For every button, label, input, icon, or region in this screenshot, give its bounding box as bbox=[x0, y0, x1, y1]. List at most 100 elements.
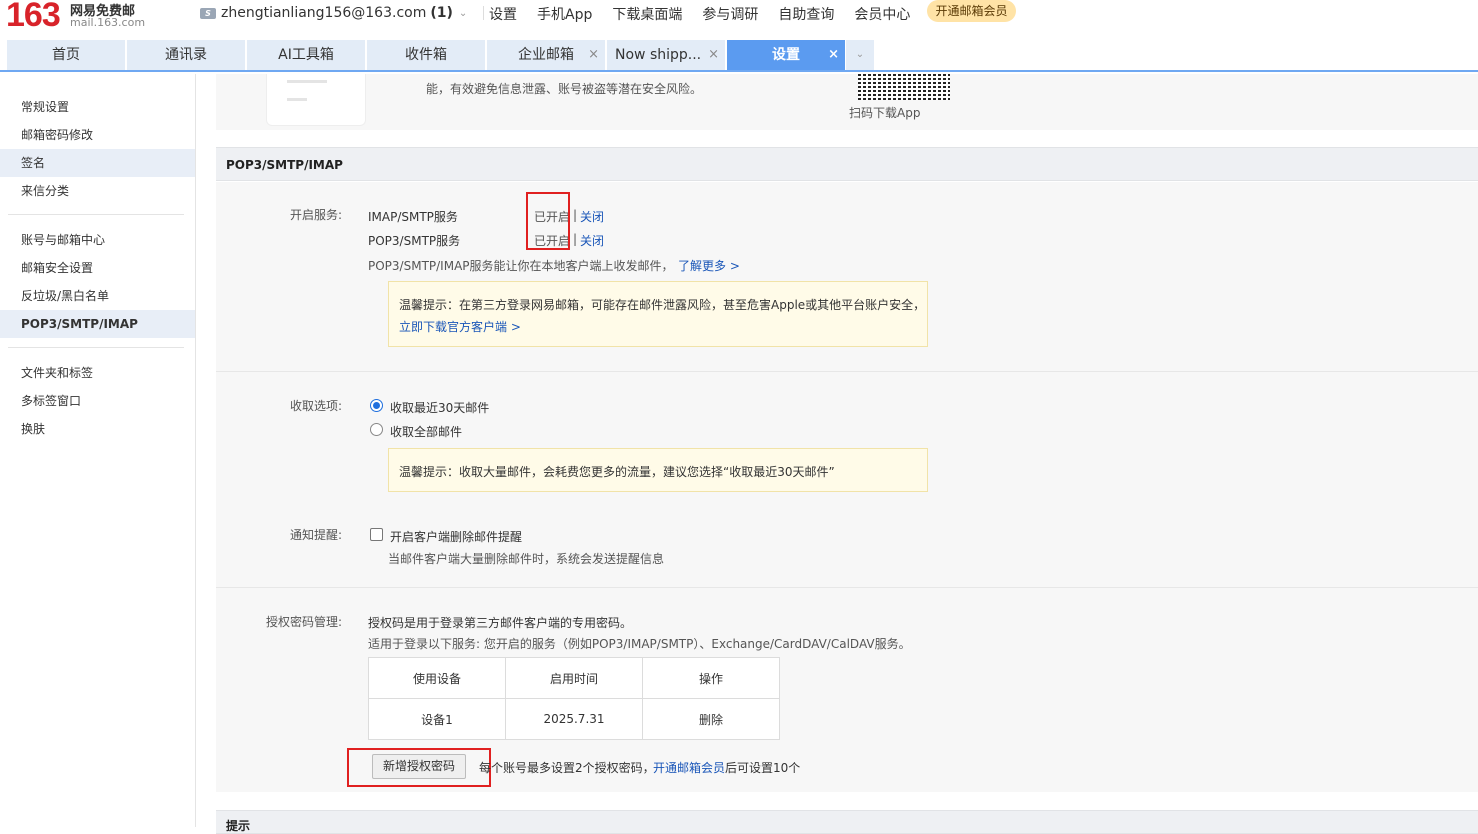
radio-last-30-days[interactable] bbox=[370, 399, 383, 412]
phone-preview-image bbox=[266, 74, 366, 126]
open-vip-link[interactable]: 开通邮箱会员 bbox=[653, 759, 725, 776]
tab-label: 通讯录 bbox=[165, 47, 207, 63]
divider bbox=[216, 371, 1478, 372]
separator: | bbox=[573, 232, 578, 246]
services-label: 开启服务: bbox=[289, 208, 342, 222]
col-header-action: 操作 bbox=[642, 657, 780, 699]
vip-button[interactable]: 开通邮箱会员 bbox=[927, 0, 1016, 22]
delete-auth-link[interactable]: 删除 bbox=[642, 698, 780, 740]
notify-label: 通知提醒: bbox=[289, 528, 342, 542]
divider bbox=[216, 587, 1478, 588]
top-bar: 163 网易免费邮 mail.163.com S zhengtianliang1… bbox=[0, 0, 1478, 38]
sidebar-item-mail-filter[interactable]: 来信分类 bbox=[0, 177, 195, 205]
delete-reminder-checkbox[interactable] bbox=[370, 528, 383, 541]
sidebar-divider bbox=[8, 347, 184, 348]
sidebar-item-skin[interactable]: 换肤 bbox=[0, 415, 195, 443]
tab-home[interactable]: 首页 bbox=[7, 40, 125, 70]
separator: | bbox=[573, 208, 578, 222]
account-switcher[interactable]: S zhengtianliang156@163.com (1) ⌄ bbox=[200, 4, 485, 22]
radio-all-mail-label: 收取全部邮件 bbox=[390, 425, 463, 439]
service-pop3-close-link[interactable]: 关闭 bbox=[580, 232, 604, 249]
security-tip: 温馨提示：在第三方登录网易邮箱，可能存在邮件泄露风险，甚至危害Apple或其他平… bbox=[388, 281, 928, 347]
top-link-desktop[interactable]: 下载桌面端 bbox=[612, 4, 682, 23]
radio-last-30-days-label: 收取最近30天邮件 bbox=[390, 401, 490, 415]
tab-bar: 首页 通讯录 AI工具箱 收件箱 企业邮箱 × Now shipp... × 设置 ×… bbox=[0, 40, 1478, 72]
table-row: 设备1 2025.7.31 删除 bbox=[368, 698, 780, 740]
tab-label: 首页 bbox=[52, 47, 80, 63]
service-desc: POP3/SMTP/IMAP服务能让你在本地客户端上收发邮件， bbox=[368, 259, 674, 273]
auth-table: 使用设备 启用时间 操作 设备1 2025.7.31 删除 bbox=[368, 657, 780, 740]
tab-contacts[interactable]: 通讯录 bbox=[127, 40, 245, 70]
highlight-box bbox=[347, 748, 491, 787]
next-section-title: 提示 bbox=[216, 810, 1478, 834]
delete-reminder-label: 开启客户端删除邮件提醒 bbox=[390, 530, 523, 544]
sidebar-item-pop3-smtp-imap[interactable]: POP3/SMTP/IMAP bbox=[0, 310, 195, 338]
tab-settings[interactable]: 设置 × bbox=[727, 40, 845, 70]
sidebar-divider bbox=[8, 214, 184, 215]
tab-label: AI工具箱 bbox=[278, 47, 334, 63]
col-header-time: 启用时间 bbox=[505, 657, 643, 699]
settings-main: 能，有效避免信息泄露、账号被盗等潜在安全风险。 扫码下载App POP3/SMT… bbox=[196, 74, 1478, 834]
auth-label: 授权密码管理: bbox=[265, 615, 342, 629]
divider bbox=[483, 6, 485, 20]
tab-enterprise-mail[interactable]: 企业邮箱 × bbox=[487, 40, 605, 70]
settings-sidebar: 常规设置 邮箱密码修改 签名 来信分类 账号与邮箱中心 邮箱安全设置 反垃圾/黑… bbox=[0, 74, 196, 827]
top-links: 设置 手机App 下载桌面端 参与调研 自助查询 会员中心 bbox=[489, 4, 930, 23]
chevron-down-icon[interactable]: ⌄ bbox=[846, 40, 874, 70]
service-pop3-name: POP3/SMTP服务 bbox=[368, 234, 461, 248]
col-header-device: 使用设备 bbox=[368, 657, 506, 699]
tab-label: 设置 bbox=[772, 47, 800, 63]
app-promo-panel: 能，有效避免信息泄露、账号被盗等潜在安全风险。 扫码下载App bbox=[216, 74, 1478, 130]
service-imap-name: IMAP/SMTP服务 bbox=[368, 210, 458, 224]
tab-now-shipping[interactable]: Now shipp... × bbox=[607, 40, 725, 70]
qr-caption: 扫码下载App bbox=[849, 106, 921, 120]
sidebar-item-account-center[interactable]: 账号与邮箱中心 bbox=[0, 226, 195, 254]
close-icon[interactable]: × bbox=[828, 40, 839, 70]
auth-limit-text-after: 后可设置10个 bbox=[725, 761, 801, 775]
highlight-box bbox=[526, 192, 570, 250]
logo-domain: mail.163.com bbox=[70, 16, 146, 29]
sidebar-item-multi-tab[interactable]: 多标签窗口 bbox=[0, 387, 195, 415]
tab-label: Now shipp... bbox=[615, 47, 702, 63]
qr-code-image bbox=[858, 74, 950, 100]
section-title: POP3/SMTP/IMAP bbox=[216, 147, 1478, 181]
sidebar-item-general[interactable]: 常规设置 bbox=[0, 93, 195, 121]
account-icon: S bbox=[200, 7, 216, 19]
logo-number: 163 bbox=[6, 0, 61, 34]
traffic-tip: 温馨提示：收取大量邮件，会耗费您更多的流量，建议您选择“收取最近30天邮件” bbox=[388, 448, 928, 492]
traffic-tip-text: 温馨提示：收取大量邮件，会耗费您更多的流量，建议您选择“收取最近30天邮件” bbox=[399, 465, 835, 479]
download-client-link[interactable]: 立即下载官方客户端 > bbox=[399, 318, 521, 335]
sidebar-item-password[interactable]: 邮箱密码修改 bbox=[0, 121, 195, 149]
sidebar-item-security[interactable]: 邮箱安全设置 bbox=[0, 254, 195, 282]
tab-label: 收件箱 bbox=[405, 47, 447, 63]
auth-limit-text: 每个账号最多设置2个授权密码， bbox=[479, 761, 655, 775]
cell-device: 设备1 bbox=[368, 698, 506, 740]
account-email: zhengtianliang156@163.com bbox=[221, 5, 427, 21]
table-header-row: 使用设备 启用时间 操作 bbox=[368, 657, 780, 699]
learn-more-link[interactable]: 了解更多 > bbox=[678, 257, 740, 274]
top-link-survey[interactable]: 参与调研 bbox=[702, 4, 758, 23]
radio-all-mail[interactable] bbox=[370, 423, 383, 436]
tab-inbox[interactable]: 收件箱 bbox=[367, 40, 485, 70]
tab-label: 企业邮箱 bbox=[518, 47, 574, 63]
sidebar-item-folders-tags[interactable]: 文件夹和标签 bbox=[0, 359, 195, 387]
service-imap-close-link[interactable]: 关闭 bbox=[580, 208, 604, 225]
promo-text: 能，有效避免信息泄露、账号被盗等潜在安全风险。 bbox=[426, 82, 703, 96]
top-link-member-center[interactable]: 会员中心 bbox=[854, 4, 910, 23]
chevron-down-icon[interactable]: ⌄ bbox=[459, 8, 467, 19]
tab-ai-tools[interactable]: AI工具箱 bbox=[247, 40, 365, 70]
account-unread-count: (1) bbox=[430, 5, 453, 21]
auth-desc-1: 授权码是用于登录第三方邮件客户端的专用密码。 bbox=[368, 616, 633, 630]
close-icon[interactable]: × bbox=[708, 40, 719, 70]
security-tip-text: 温馨提示：在第三方登录网易邮箱，可能存在邮件泄露风险，甚至危害Apple或其他平… bbox=[399, 298, 926, 312]
sidebar-item-antispam[interactable]: 反垃圾/黑白名单 bbox=[0, 282, 195, 310]
close-icon[interactable]: × bbox=[588, 40, 599, 70]
top-link-mobile-app[interactable]: 手机App bbox=[537, 4, 592, 23]
sidebar-item-signature[interactable]: 签名 bbox=[0, 149, 195, 177]
receive-label: 收取选项: bbox=[289, 399, 342, 413]
cell-time: 2025.7.31 bbox=[505, 698, 643, 740]
delete-reminder-desc: 当邮件客户端大量删除邮件时，系统会发送提醒信息 bbox=[388, 552, 665, 566]
top-link-settings[interactable]: 设置 bbox=[489, 4, 517, 23]
auth-desc-2: 适用于登录以下服务: 您开启的服务（例如POP3/IMAP/SMTP）、Exch… bbox=[368, 637, 911, 651]
top-link-self-service[interactable]: 自助查询 bbox=[778, 4, 834, 23]
